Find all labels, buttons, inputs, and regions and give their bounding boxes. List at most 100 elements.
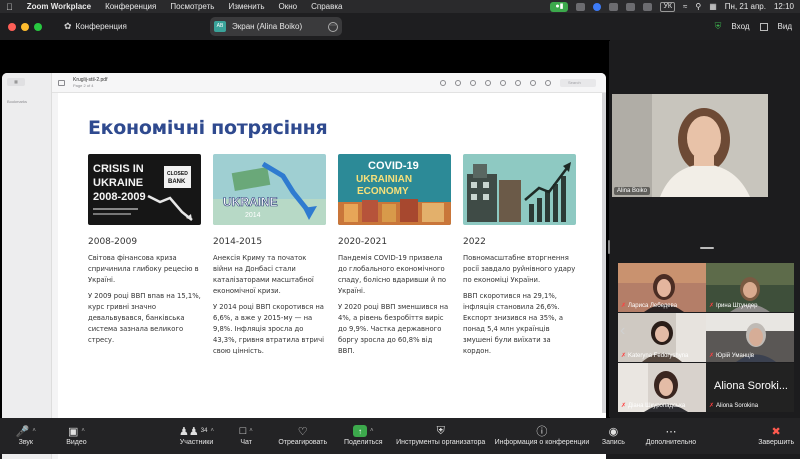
chevron-up-icon[interactable]: ˄ bbox=[32, 428, 36, 434]
covid-economy-image: COVID-19 UKRAINIAN ECONOMY bbox=[338, 154, 451, 225]
svg-text:COVID-19: COVID-19 bbox=[368, 160, 419, 172]
zoom-in-icon[interactable] bbox=[470, 79, 476, 86]
column-2008: CRISIS IN UKRAINE 2008-2009 CLOSED BANK … bbox=[88, 154, 201, 346]
apple-icon[interactable]:  bbox=[6, 2, 13, 12]
minimize-window-button[interactable] bbox=[21, 22, 29, 31]
mic-muted-icon: ✗ bbox=[621, 303, 627, 309]
zoom-out-icon[interactable] bbox=[455, 79, 461, 86]
form-icon[interactable] bbox=[545, 79, 551, 86]
meeting-title: ✿ Конференция bbox=[64, 21, 127, 32]
chat-icon: □ bbox=[239, 425, 247, 437]
chevron-up-icon[interactable]: ˄ bbox=[370, 428, 374, 434]
column-2020: COVID-19 UKRAINIAN ECONOMY 2020-2021 Пан… bbox=[338, 154, 451, 357]
enter-button[interactable]: Вход bbox=[731, 22, 749, 31]
column-paragraph: У 2009 році ВВП впав на 15,1%, курс грив… bbox=[88, 292, 201, 344]
meeting-info-button[interactable]: ⓘ Информация о конференции bbox=[490, 423, 593, 446]
chevron-up-icon[interactable]: ˄ bbox=[249, 428, 253, 434]
chevron-up-icon[interactable]: ˄ bbox=[210, 428, 214, 434]
highlight-icon[interactable] bbox=[500, 79, 506, 86]
menu-help[interactable]: Справка bbox=[311, 2, 342, 11]
sidebar-icon[interactable] bbox=[58, 79, 65, 86]
pdf-scrollbar[interactable] bbox=[602, 93, 606, 413]
more-options-icon[interactable]: ⋯ bbox=[328, 21, 338, 32]
svg-text:CRISIS IN: CRISIS IN bbox=[93, 163, 144, 175]
info-icon[interactable] bbox=[440, 79, 446, 86]
input-language[interactable]: УК bbox=[660, 1, 675, 12]
column-2014: UKRAINE 2014 2014-2015 Анексія Криму та … bbox=[213, 154, 326, 357]
video-button[interactable]: ▣ ˄ Видео bbox=[52, 423, 102, 447]
screen-share-status-icon[interactable] bbox=[576, 2, 586, 11]
war-economy-image bbox=[463, 154, 576, 225]
window-controls bbox=[8, 22, 42, 31]
column-paragraph: У 2014 році ВВП скоротився на 6,6%, а вж… bbox=[213, 303, 325, 355]
participant-name: ✗ Ірина Штундер bbox=[709, 302, 758, 310]
participant-tile[interactable]: ✗ Діана Шкуропадська bbox=[618, 363, 706, 412]
zoom-titlebar: ✿ Конференция AB Экран (Alina Boiko) ⋯ ⛨… bbox=[0, 13, 800, 40]
audio-button[interactable]: 🎤 ˄ Звук bbox=[0, 423, 52, 447]
menu-window[interactable]: Окно bbox=[279, 2, 298, 11]
menubar-time[interactable]: 12:10 bbox=[774, 2, 794, 11]
control-center-icon[interactable]: ▦ bbox=[709, 2, 717, 11]
participant-tile[interactable]: ✗ Юрій Уманців bbox=[706, 313, 794, 362]
svg-text:2014: 2014 bbox=[245, 212, 261, 219]
pdf-page: Економічні потрясіння CRISIS IN UKRAINE … bbox=[58, 93, 606, 459]
svg-text:2008-2009: 2008-2009 bbox=[93, 191, 146, 203]
gallery-resize-handle[interactable] bbox=[700, 247, 714, 249]
host-tools-button[interactable]: ⛨ Инструменты организатора bbox=[391, 423, 490, 447]
end-meeting-button[interactable]: ✖ Завершить bbox=[752, 423, 800, 447]
end-call-icon: ✖ bbox=[771, 425, 781, 438]
calendar-status-icon[interactable] bbox=[609, 2, 619, 11]
macos-menubar:  Zoom Workplace Конференция Посмотреть … bbox=[0, 0, 800, 13]
ab-status-icon[interactable] bbox=[593, 2, 602, 11]
chevron-up-icon[interactable]: ˄ bbox=[81, 428, 85, 434]
share-screen-button[interactable]: ↑ ˄ Поделиться bbox=[335, 423, 391, 446]
camera-icon: ▣ bbox=[67, 425, 79, 438]
menubar-date[interactable]: Пн, 21 апр. bbox=[725, 2, 766, 11]
gallery-prev-icon[interactable]: ‹ bbox=[620, 322, 625, 340]
pdf-tools: Search bbox=[440, 78, 606, 87]
fullscreen-window-button[interactable] bbox=[34, 22, 42, 31]
menu-view[interactable]: Посмотреть bbox=[170, 2, 214, 11]
shield-icon: ⛨ bbox=[714, 21, 722, 31]
column-paragraph: Світова фінансова криза спричинила глибо… bbox=[88, 254, 199, 284]
participant-tile[interactable]: ✗ Лариса Лебедева bbox=[618, 263, 706, 312]
grid-view-icon bbox=[759, 22, 768, 31]
search-icon[interactable]: ⚲ bbox=[695, 2, 701, 11]
record-button[interactable]: ◉ Запись bbox=[594, 423, 634, 447]
chat-button[interactable]: □ ˄ Чат bbox=[222, 423, 270, 446]
wifi-icon[interactable]: ≈ bbox=[683, 2, 687, 11]
zoom-camera-status-icon[interactable]: ●▮ bbox=[550, 1, 569, 12]
participant-tile[interactable]: ✗ Ірина Штундер bbox=[706, 263, 794, 312]
participants-button[interactable]: ♟♟ 34 ˄ Участники bbox=[171, 423, 223, 447]
titlebar-right: ⛨ Вход Вид bbox=[715, 21, 792, 32]
column-paragraph: Повномасштабне вторгнення росії завдало … bbox=[463, 254, 576, 284]
menu-conference[interactable]: Конференция bbox=[105, 2, 156, 11]
cloud-status-icon[interactable] bbox=[626, 2, 636, 11]
pdf-search-input[interactable]: Search bbox=[560, 78, 596, 87]
slide-title: Економічні потрясіння bbox=[88, 117, 328, 139]
close-window-button[interactable] bbox=[8, 22, 16, 31]
battery-status-icon[interactable] bbox=[643, 2, 653, 11]
more-button[interactable]: ⋯ Дополнительно bbox=[633, 423, 708, 447]
pdf-sidebar: ▦ Bookmarks bbox=[2, 73, 52, 459]
menu-edit[interactable]: Изменить bbox=[228, 2, 264, 11]
svg-text:UKRAINE: UKRAINE bbox=[93, 177, 143, 189]
svg-text:CLOSED: CLOSED bbox=[167, 171, 188, 177]
column-paragraph: Анексія Криму та початок війни на Донбас… bbox=[213, 254, 314, 295]
sidebar-toggle[interactable]: ▦ bbox=[7, 78, 25, 86]
markup-icon[interactable] bbox=[515, 79, 521, 86]
react-button[interactable]: ♡ Отреагировать bbox=[270, 423, 336, 447]
participant-tile[interactable]: ✗ Kateryna Fedoryshyna bbox=[618, 313, 706, 362]
active-speaker-video[interactable]: Alina Boiko bbox=[612, 94, 768, 197]
rotate-icon[interactable] bbox=[530, 79, 536, 86]
share-icon[interactable] bbox=[485, 79, 491, 86]
mic-muted-icon: ✗ bbox=[709, 353, 715, 359]
screen-share-label: Экран (Alina Boiko) bbox=[232, 22, 303, 31]
bookmarks-label[interactable]: Bookmarks bbox=[7, 99, 51, 104]
menubar-app-name[interactable]: Zoom Workplace bbox=[27, 2, 91, 11]
participant-name: ✗ Діана Шкуропадська bbox=[621, 402, 686, 410]
participant-tile-no-video[interactable]: Aliona Soroki... ✗ Aliona Sorokina bbox=[706, 363, 794, 412]
resize-handle[interactable] bbox=[608, 240, 610, 254]
screen-share-pill[interactable]: AB Экран (Alina Boiko) ⋯ bbox=[210, 17, 342, 36]
view-button[interactable]: Вид bbox=[778, 22, 792, 31]
